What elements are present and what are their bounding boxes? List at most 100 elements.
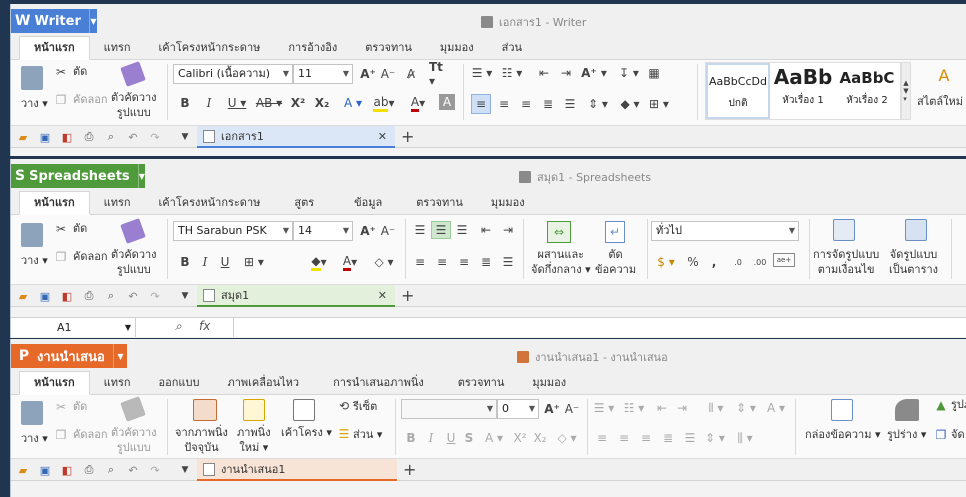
- style-gallery-scroll[interactable]: ▲ ▼ ▾: [901, 62, 911, 120]
- paste-icon[interactable]: [21, 401, 43, 425]
- italic-icon[interactable]: I: [197, 253, 213, 271]
- clear-format-icon[interactable]: ◇ ▾: [555, 429, 579, 447]
- layout-icon[interactable]: [293, 399, 315, 421]
- conditional-format-button[interactable]: การจัดรูปแบบ ตามเงื่อนไข: [813, 247, 879, 277]
- merge-center-icon[interactable]: ⇔: [547, 221, 571, 243]
- paste-button[interactable]: วาง ▾: [21, 253, 48, 268]
- align-left-icon[interactable]: ≡: [593, 429, 611, 447]
- shrink-font-icon[interactable]: A⁻: [379, 64, 397, 84]
- font-name-select[interactable]: TH Sarabun PSK ▼: [173, 221, 293, 241]
- undo-icon[interactable]: ↶: [125, 288, 141, 304]
- grow-font-icon[interactable]: A⁺: [359, 221, 377, 241]
- textbox-icon[interactable]: [831, 399, 853, 421]
- superscript-icon[interactable]: X²: [511, 429, 529, 447]
- decrease-indent-icon[interactable]: ⇤: [653, 399, 671, 417]
- superscript-icon[interactable]: X²: [289, 94, 307, 112]
- wrap-text-icon[interactable]: ↵: [605, 221, 625, 243]
- tab-view[interactable]: มุมมอง: [426, 37, 488, 59]
- cut-button[interactable]: ตัด: [73, 399, 87, 414]
- copy-button[interactable]: คัดลอก: [73, 92, 108, 107]
- text-options-icon[interactable]: A ▾: [763, 399, 789, 417]
- format-painter-button[interactable]: ตัวคัดวาง รูปแบบ: [111, 425, 157, 455]
- scissors-icon[interactable]: ✂: [53, 64, 69, 80]
- tab-slideshow[interactable]: การนำเสนอภาพนิ่ง: [313, 372, 444, 394]
- distribute-icon[interactable]: ☰: [681, 429, 699, 447]
- shapes-icon[interactable]: [895, 399, 919, 421]
- tab-data[interactable]: ข้อมูล: [334, 192, 402, 214]
- align-left-icon[interactable]: ≡: [471, 94, 491, 114]
- distribute-icon[interactable]: ☰: [499, 253, 517, 271]
- paste-icon[interactable]: [21, 66, 43, 90]
- tab-formulas[interactable]: สูตร: [274, 192, 334, 214]
- format-as-table-button[interactable]: จัดรูปแบบ เป็นตาราง: [889, 247, 938, 277]
- redo-icon[interactable]: ↷: [147, 462, 163, 478]
- numbering-icon[interactable]: ☷ ▾: [499, 64, 525, 82]
- shading-icon[interactable]: ◆ ▾: [617, 94, 643, 114]
- align-middle-icon[interactable]: ☰: [431, 221, 451, 239]
- play-from-current-icon[interactable]: [193, 399, 217, 421]
- paste-button[interactable]: วาง ▾: [21, 96, 48, 111]
- font-size-select[interactable]: 11 ▼: [293, 64, 353, 84]
- section-button[interactable]: ส่วน ▾: [353, 427, 382, 442]
- reset-button[interactable]: รีเซ็ต: [353, 399, 377, 414]
- shapes-button[interactable]: รูปร่าง ▾: [887, 427, 926, 442]
- italic-icon[interactable]: I: [423, 429, 439, 447]
- export-pdf-icon[interactable]: ◧: [59, 129, 75, 145]
- close-icon[interactable]: ✕: [378, 130, 387, 143]
- new-slide-icon[interactable]: [243, 399, 265, 421]
- wrap-text-button[interactable]: ตัด ข้อความ: [595, 247, 636, 277]
- subscript-icon[interactable]: X₂: [313, 94, 331, 112]
- merge-center-button[interactable]: ผสานและ จัดกึ่งกลาง ▾: [531, 247, 591, 277]
- workbook-tab[interactable]: สมุด1 ✕: [197, 285, 395, 307]
- new-style-button[interactable]: สไตล์ใหม่: [917, 94, 963, 109]
- save-icon[interactable]: ▣: [37, 129, 53, 145]
- open-icon[interactable]: ▰: [15, 288, 31, 304]
- format-painter-icon[interactable]: [120, 396, 146, 422]
- align-bottom-icon[interactable]: ☰: [453, 221, 471, 239]
- line-spacing-icon[interactable]: ⇕ ▾: [585, 94, 611, 114]
- borders-icon[interactable]: ⊞ ▾: [647, 94, 671, 114]
- text-effect-icon[interactable]: Tt ▾: [429, 60, 453, 88]
- tab-design[interactable]: ออกแบบ: [145, 372, 214, 394]
- quick-access-menu-icon[interactable]: ▼: [177, 288, 193, 304]
- line-spacing-icon[interactable]: ⇕ ▾: [703, 429, 727, 447]
- decrease-indent-icon[interactable]: ⇤: [477, 221, 495, 239]
- shadow-icon[interactable]: S: [461, 429, 477, 447]
- align-right-icon[interactable]: ≡: [455, 253, 473, 271]
- bold-icon[interactable]: B: [403, 429, 419, 447]
- percent-icon[interactable]: %: [685, 253, 701, 271]
- scissors-icon[interactable]: ✂: [53, 399, 69, 415]
- tab-insert[interactable]: แทรก: [90, 37, 145, 59]
- underline-icon[interactable]: U ▾: [225, 94, 249, 112]
- copy-button[interactable]: คัดลอก: [73, 249, 108, 264]
- bold-icon[interactable]: B: [177, 253, 193, 271]
- zoom-formula-icon[interactable]: ⌕: [175, 319, 182, 334]
- text-direction-icon[interactable]: ⫴ ▾: [701, 399, 731, 417]
- tab-home[interactable]: หน้าแรก: [19, 191, 90, 215]
- redo-icon[interactable]: ↷: [147, 129, 163, 145]
- align-top-icon[interactable]: ☰: [411, 221, 429, 239]
- bold-icon[interactable]: B: [177, 94, 193, 112]
- font-name-select[interactable]: ▼: [401, 399, 497, 419]
- save-icon[interactable]: ▣: [37, 462, 53, 478]
- reset-icon[interactable]: ⟲: [337, 399, 351, 413]
- tab-insert[interactable]: แทรก: [90, 192, 145, 214]
- clear-format-icon[interactable]: A̷: [403, 64, 419, 84]
- increase-indent-icon[interactable]: ⇥: [673, 399, 691, 417]
- copy-button[interactable]: คัดลอก: [73, 427, 108, 442]
- picture-button[interactable]: รูปภ: [951, 397, 966, 412]
- align-center-icon[interactable]: ≡: [495, 94, 513, 114]
- style-heading1[interactable]: AaBb หัวเรื่อง 1: [772, 63, 834, 119]
- numbering-icon[interactable]: ☷ ▾: [621, 399, 647, 417]
- format-painter-button[interactable]: ตัวคัดวาง รูปแบบ: [111, 247, 157, 277]
- section-icon[interactable]: ☰: [337, 427, 351, 441]
- format-painter-icon[interactable]: [120, 218, 146, 244]
- new-style-icon[interactable]: A: [933, 64, 955, 86]
- print-icon[interactable]: ⎙: [81, 288, 97, 304]
- underline-icon[interactable]: U: [217, 253, 233, 271]
- justify-icon[interactable]: ≣: [539, 94, 557, 114]
- font-color-icon[interactable]: A ▾: [337, 253, 363, 271]
- cut-button[interactable]: ตัด: [73, 64, 87, 79]
- new-tab-icon[interactable]: +: [401, 127, 414, 146]
- shrink-font-icon[interactable]: A⁻: [563, 399, 581, 419]
